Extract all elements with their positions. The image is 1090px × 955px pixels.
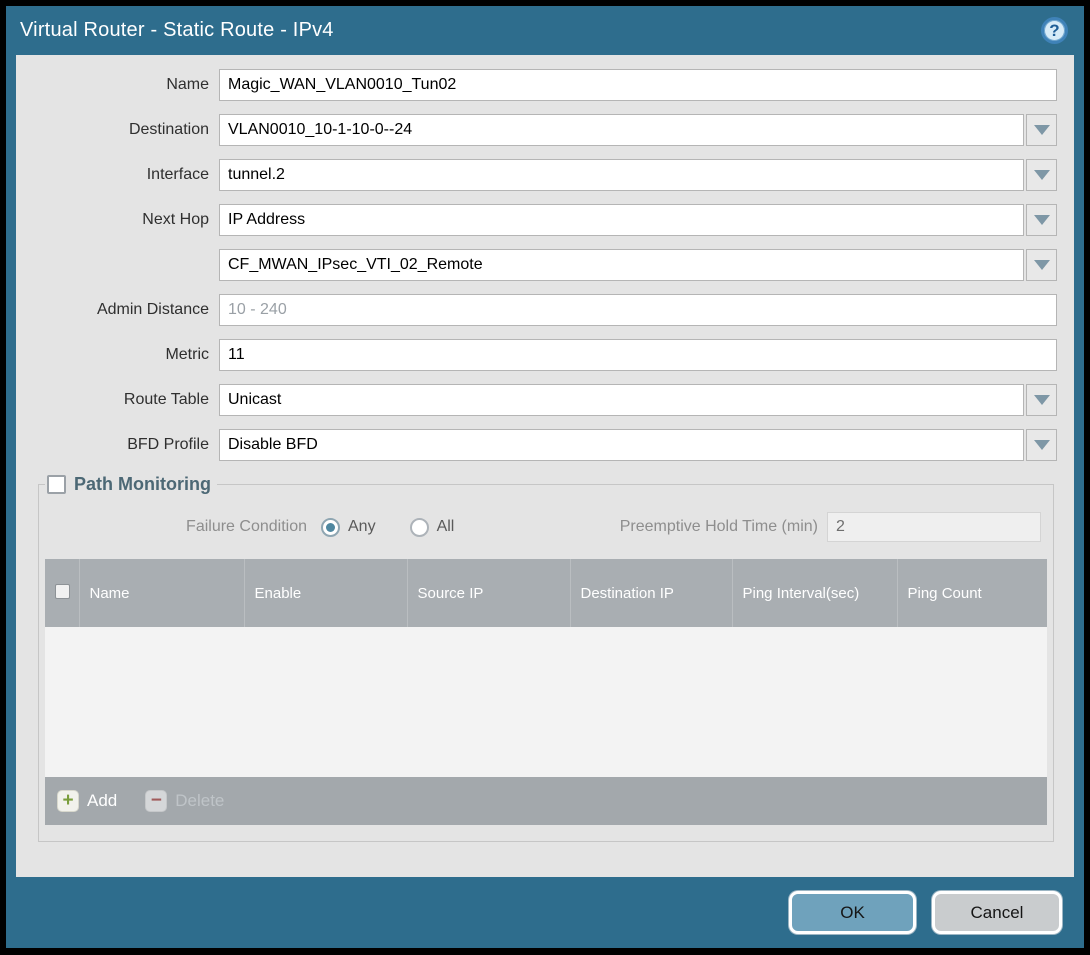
interface-row: Interface bbox=[21, 159, 1057, 191]
preemptive-hold-time-input[interactable] bbox=[827, 512, 1041, 542]
dialog-body: Name Destination Interface bbox=[16, 55, 1074, 877]
delete-button[interactable]: − Delete bbox=[145, 790, 224, 812]
next-hop-row: Next Hop bbox=[21, 204, 1057, 236]
plus-icon: + bbox=[57, 790, 79, 812]
minus-icon: − bbox=[145, 790, 167, 812]
add-button[interactable]: + Add bbox=[57, 790, 117, 812]
preemptive-hold-time-label: Preemptive Hold Time (min) bbox=[620, 518, 818, 536]
next-hop-address-input[interactable] bbox=[219, 249, 1024, 281]
static-route-form: Name Destination Interface bbox=[16, 55, 1074, 461]
column-header-destination-ip[interactable]: Destination IP bbox=[570, 559, 732, 627]
admin-distance-row: Admin Distance bbox=[21, 294, 1057, 326]
chevron-down-icon bbox=[1034, 440, 1050, 450]
name-row: Name bbox=[21, 69, 1057, 101]
name-input[interactable] bbox=[219, 69, 1057, 101]
table-header-row: Name Enable Source IP Destination IP Pin… bbox=[45, 559, 1047, 627]
route-table-label: Route Table bbox=[21, 391, 219, 409]
route-table-row: Route Table bbox=[21, 384, 1057, 416]
metric-row: Metric bbox=[21, 339, 1057, 371]
column-header-enable[interactable]: Enable bbox=[244, 559, 407, 627]
table-empty-body bbox=[45, 627, 1047, 777]
name-label: Name bbox=[21, 76, 219, 94]
failure-condition-any-radio[interactable] bbox=[321, 518, 340, 537]
bfd-profile-row: BFD Profile bbox=[21, 429, 1057, 461]
admin-distance-input[interactable] bbox=[219, 294, 1057, 326]
dialog-window: Virtual Router - Static Route - IPv4 ? N… bbox=[0, 0, 1090, 955]
chevron-down-icon bbox=[1034, 395, 1050, 405]
next-hop-address-dropdown-button[interactable] bbox=[1026, 249, 1057, 281]
interface-dropdown-button[interactable] bbox=[1026, 159, 1057, 191]
dialog-titlebar: Virtual Router - Static Route - IPv4 ? bbox=[6, 6, 1084, 55]
select-all-checkbox[interactable] bbox=[55, 584, 70, 599]
column-header-source-ip[interactable]: Source IP bbox=[407, 559, 570, 627]
bfd-profile-label: BFD Profile bbox=[21, 436, 219, 454]
failure-condition-label: Failure Condition bbox=[45, 518, 307, 536]
next-hop-label: Next Hop bbox=[21, 211, 219, 229]
next-hop-type-input[interactable] bbox=[219, 204, 1024, 236]
destination-label: Destination bbox=[21, 121, 219, 139]
failure-condition-any-label: Any bbox=[348, 518, 376, 536]
dialog-title: Virtual Router - Static Route - IPv4 bbox=[20, 19, 334, 42]
path-monitoring-section: Path Monitoring Failure Condition Any Al… bbox=[38, 474, 1054, 842]
help-icon[interactable]: ? bbox=[1041, 17, 1068, 44]
interface-input[interactable] bbox=[219, 159, 1024, 191]
table-toolbar: + Add − Delete bbox=[45, 777, 1047, 825]
metric-input[interactable] bbox=[219, 339, 1057, 371]
column-header-name[interactable]: Name bbox=[79, 559, 244, 627]
column-header-ping-interval[interactable]: Ping Interval(sec) bbox=[732, 559, 897, 627]
route-table-dropdown-button[interactable] bbox=[1026, 384, 1057, 416]
chevron-down-icon bbox=[1034, 260, 1050, 270]
dialog-frame: Virtual Router - Static Route - IPv4 ? N… bbox=[6, 6, 1084, 948]
path-monitoring-checkbox[interactable] bbox=[47, 475, 66, 494]
route-table-input[interactable] bbox=[219, 384, 1024, 416]
bfd-profile-dropdown-button[interactable] bbox=[1026, 429, 1057, 461]
next-hop-address-row bbox=[21, 249, 1057, 281]
failure-condition-all-label: All bbox=[437, 518, 455, 536]
select-all-cell bbox=[45, 559, 79, 627]
destination-dropdown-button[interactable] bbox=[1026, 114, 1057, 146]
destination-input[interactable] bbox=[219, 114, 1024, 146]
path-monitoring-table: Name Enable Source IP Destination IP Pin… bbox=[45, 559, 1047, 627]
interface-label: Interface bbox=[21, 166, 219, 184]
failure-condition-all-radio[interactable] bbox=[410, 518, 429, 537]
admin-distance-label: Admin Distance bbox=[21, 301, 219, 319]
metric-label: Metric bbox=[21, 346, 219, 364]
cancel-button[interactable]: Cancel bbox=[932, 891, 1062, 934]
chevron-down-icon bbox=[1034, 170, 1050, 180]
failure-condition-row: Failure Condition Any All Preemptive Hol… bbox=[45, 511, 1041, 543]
path-monitoring-legend: Path Monitoring bbox=[45, 474, 217, 495]
destination-row: Destination bbox=[21, 114, 1057, 146]
add-button-label: Add bbox=[87, 791, 117, 811]
next-hop-dropdown-button[interactable] bbox=[1026, 204, 1057, 236]
path-monitoring-title: Path Monitoring bbox=[74, 474, 211, 495]
chevron-down-icon bbox=[1034, 125, 1050, 135]
chevron-down-icon bbox=[1034, 215, 1050, 225]
ok-button[interactable]: OK bbox=[789, 891, 916, 934]
delete-button-label: Delete bbox=[175, 791, 224, 811]
bfd-profile-input[interactable] bbox=[219, 429, 1024, 461]
dialog-footer: OK Cancel bbox=[6, 877, 1084, 948]
column-header-ping-count[interactable]: Ping Count bbox=[897, 559, 1047, 627]
